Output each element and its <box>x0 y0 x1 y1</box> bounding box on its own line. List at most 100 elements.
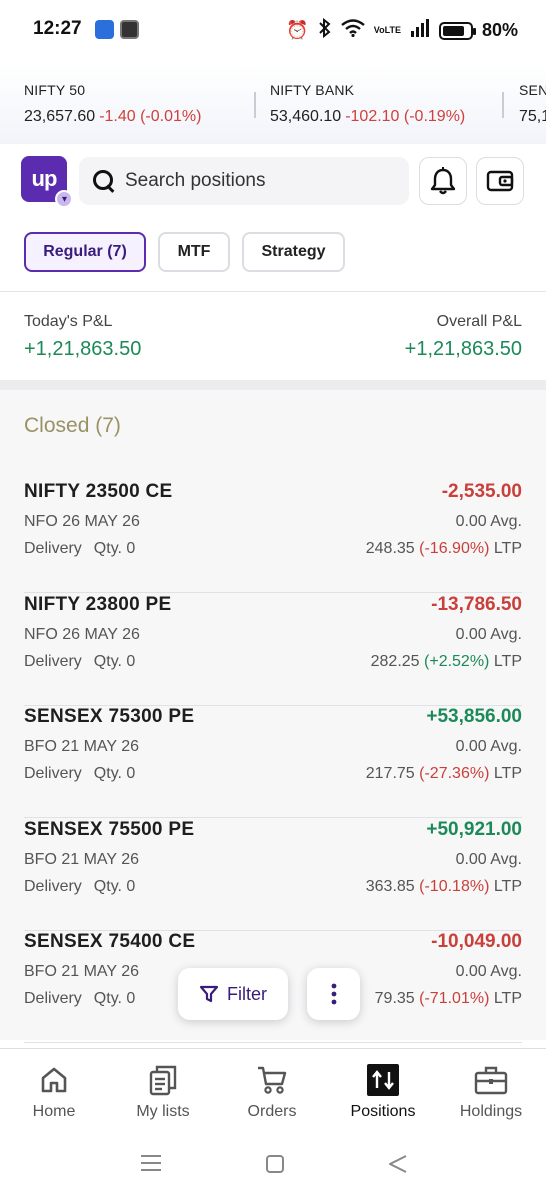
bell-icon <box>430 167 456 195</box>
nav-holdings[interactable]: Holdings <box>441 1063 541 1121</box>
position-avg: 0.00 Avg. <box>455 851 522 868</box>
position-ltp: 217.75 <box>365 765 415 782</box>
position-name: SENSEX 75300 PE <box>24 706 195 727</box>
section-divider <box>0 291 546 292</box>
briefcase-icon <box>474 1066 508 1095</box>
closed-section-title[interactable]: Closed (7) <box>24 414 121 438</box>
tab-regular[interactable]: Regular (7) <box>24 232 146 272</box>
app-logo[interactable]: up ▾ <box>21 156 73 208</box>
position-ltp-label: LTP <box>493 540 522 557</box>
position-qty: Qty. 0 <box>93 990 136 1007</box>
index-ticker[interactable]: NIFTY 50 23,657.60 -1.40 (-0.01%) NIFTY B… <box>0 64 546 144</box>
ticker-divider <box>254 92 256 118</box>
position-ltp-change: (-27.36%) <box>419 765 490 782</box>
app-notification-icon <box>120 20 139 39</box>
nav-home[interactable]: Home <box>4 1063 104 1121</box>
ticker-item-sensex[interactable]: SENSEX 75,1 <box>519 82 546 126</box>
position-exchange-expiry: NFO 26 MAY 26 <box>24 626 140 643</box>
overall-pnl-value: +1,21,863.50 <box>404 338 522 360</box>
bottom-nav: Home My lists Orders Positions Holdings <box>0 1048 546 1130</box>
position-row[interactable]: SENSEX 75300 PE +53,856.00 BFO 21 MAY 26 0.… <box>24 706 522 818</box>
wifi-icon <box>341 19 365 42</box>
wallet-icon <box>486 170 514 192</box>
back-triangle-icon <box>389 1155 407 1173</box>
battery-fill <box>442 25 464 36</box>
search-input[interactable]: Search positions <box>79 157 409 205</box>
overall-pnl-label: Overall P&L <box>436 313 522 330</box>
status-time: 12:27 <box>33 18 82 39</box>
position-pnl: +53,856.00 <box>426 706 522 727</box>
nav-positions[interactable]: Positions <box>333 1063 433 1121</box>
position-qty: Qty. 0 <box>93 653 136 670</box>
tab-strategy[interactable]: Strategy <box>242 232 345 272</box>
position-qty: Qty. 0 <box>93 765 136 782</box>
nav-orders[interactable]: Orders <box>222 1063 322 1121</box>
alarm-icon: ⏰ <box>286 20 309 40</box>
filter-button[interactable]: Filter <box>178 968 288 1020</box>
position-ltp: 79.35 <box>374 990 415 1007</box>
recent-apps-button[interactable] <box>141 1154 161 1177</box>
position-avg: 0.00 Avg. <box>455 738 522 755</box>
position-exchange-expiry: BFO 21 MAY 26 <box>24 963 140 980</box>
position-avg: 0.00 Avg. <box>455 963 522 980</box>
ticker-item-niftybank[interactable]: NIFTY BANK 53,460.10 -102.10 (-0.19%) <box>270 82 465 126</box>
position-product: Delivery <box>24 878 82 895</box>
position-ltp: 248.35 <box>365 540 415 557</box>
nav-label: Orders <box>247 1103 297 1120</box>
bluetooth-icon <box>318 17 332 43</box>
more-vertical-icon <box>331 983 336 1005</box>
nav-label: Positions <box>350 1103 416 1120</box>
signal-icon <box>410 19 430 42</box>
status-bar: 12:27 ⏰ VoLTE 80% <box>0 0 546 60</box>
filter-label: Filter <box>227 983 267 1004</box>
position-row[interactable]: SENSEX 75500 PE +50,921.00 BFO 21 MAY 26 0.… <box>24 819 522 931</box>
position-name: NIFTY 23500 CE <box>24 481 173 502</box>
position-ltp-label: LTP <box>493 878 522 895</box>
cart-icon <box>258 1066 287 1094</box>
position-pnl: -2,535.00 <box>441 481 522 502</box>
position-avg: 0.00 Avg. <box>455 513 522 530</box>
search-placeholder: Search positions <box>125 170 266 191</box>
position-ltp-label: LTP <box>493 990 522 1007</box>
position-product: Delivery <box>24 653 82 670</box>
position-ltp-change: (+2.52%) <box>424 653 490 670</box>
notifications-button[interactable] <box>419 157 467 205</box>
tab-mtf[interactable]: MTF <box>158 232 230 272</box>
ticker-item-nifty50[interactable]: NIFTY 50 23,657.60 -1.40 (-0.01%) <box>24 82 201 126</box>
position-qty: Qty. 0 <box>93 878 136 895</box>
nav-label: Home <box>32 1103 76 1120</box>
square-icon <box>266 1155 284 1173</box>
position-ltp-change: (-10.18%) <box>419 878 490 895</box>
position-name: SENSEX 75400 CE <box>24 931 196 952</box>
position-ltp: 282.25 <box>370 653 420 670</box>
nav-my-lists[interactable]: My lists <box>113 1063 213 1121</box>
back-button[interactable] <box>388 1154 408 1179</box>
menu-icon <box>141 1155 161 1171</box>
ticker-change: -102.10 (-0.19%) <box>345 108 466 125</box>
position-ltp-change: (-16.90%) <box>419 540 490 557</box>
home-system-button[interactable] <box>265 1154 285 1179</box>
position-exchange-expiry: BFO 21 MAY 26 <box>24 738 140 755</box>
ticker-name: NIFTY 50 <box>24 82 86 98</box>
wallet-button[interactable] <box>476 157 524 205</box>
battery-icon <box>438 21 476 40</box>
volte-icon: VoLTE <box>373 25 401 35</box>
status-right: ⏰ VoLTE 80% <box>286 17 518 43</box>
position-avg: 0.00 Avg. <box>455 626 522 643</box>
ticker-change: -1.40 (-0.01%) <box>99 108 202 125</box>
position-row[interactable]: NIFTY 23800 PE -13,786.50 NFO 26 MAY 26 0.0… <box>24 594 522 706</box>
position-ltp-label: LTP <box>493 765 522 782</box>
position-ltp: 363.85 <box>365 878 415 895</box>
position-row[interactable]: NIFTY 23500 CE -2,535.00 NFO 26 MAY 26 0.00… <box>24 481 522 593</box>
chevron-down-icon: ▾ <box>55 190 73 208</box>
system-nav-bar <box>0 1130 546 1200</box>
nav-label: Holdings <box>459 1103 523 1120</box>
status-app-icons <box>95 20 139 39</box>
ticker-value: 23,657.60 <box>24 108 96 125</box>
position-pnl: -10,049.00 <box>431 931 522 952</box>
position-name: SENSEX 75500 PE <box>24 819 195 840</box>
today-pnl-label: Today's P&L <box>24 313 113 330</box>
position-exchange-expiry: NFO 26 MAY 26 <box>24 513 140 530</box>
more-options-button[interactable] <box>307 968 360 1020</box>
ticker-value: 75,1 <box>519 108 546 125</box>
